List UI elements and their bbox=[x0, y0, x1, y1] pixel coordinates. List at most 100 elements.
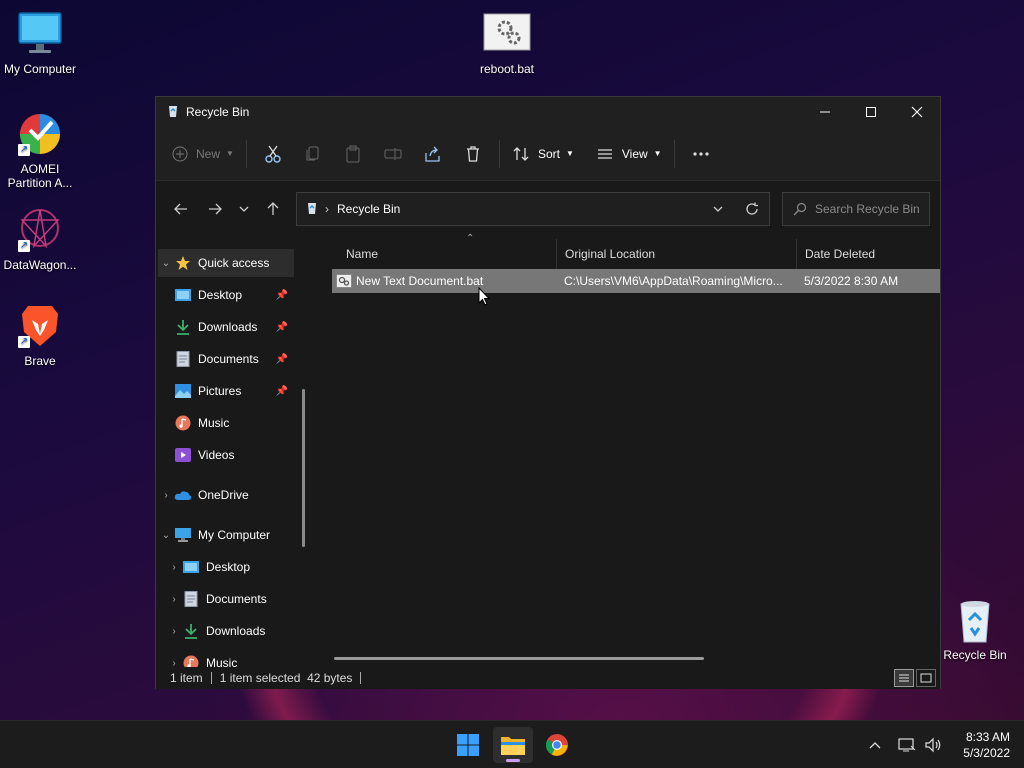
cut-button[interactable] bbox=[253, 137, 293, 171]
recycle-bin-icon bbox=[305, 201, 319, 218]
network-button[interactable] bbox=[895, 733, 919, 757]
chevron-right-icon: › bbox=[172, 657, 176, 668]
address-dropdown-button[interactable] bbox=[701, 193, 735, 225]
sidebar-item-documents[interactable]: Documents 📌 bbox=[158, 345, 294, 373]
large-icons-view-button[interactable] bbox=[916, 669, 936, 687]
copy-button[interactable] bbox=[293, 137, 333, 171]
clock[interactable]: 8:33 AM 5/3/2022 bbox=[963, 729, 1010, 761]
taskbar: 8:33 AM 5/3/2022 bbox=[0, 720, 1024, 768]
sidebar-item-label: Videos bbox=[198, 448, 235, 462]
file-list: Name ⌃ Original Location Date Deleted Ne… bbox=[316, 233, 940, 667]
sort-button[interactable]: Sort ▼ bbox=[506, 137, 580, 171]
sidebar-item-videos[interactable]: Videos bbox=[158, 441, 294, 469]
desktop-icon-label: AOMEI Partition A... bbox=[7, 162, 73, 190]
desktop-icon-label: reboot.bat bbox=[479, 62, 535, 76]
sidebar-item-desktop[interactable]: Desktop 📌 bbox=[158, 281, 294, 309]
rename-button[interactable] bbox=[373, 137, 413, 171]
sidebar-item-quick-access[interactable]: ⌄ Quick access bbox=[158, 249, 294, 277]
sidebar-item-my-computer[interactable]: ⌄ My Computer bbox=[158, 521, 294, 549]
shortcut-arrow-icon: ↗ bbox=[18, 336, 30, 348]
clock-time: 8:33 AM bbox=[965, 730, 1010, 744]
sidebar-item-onedrive[interactable]: › OneDrive bbox=[158, 481, 294, 509]
sidebar-item-computer-documents[interactable]: › Documents bbox=[158, 585, 294, 613]
refresh-button[interactable] bbox=[735, 193, 769, 225]
desktop-icon-datawagon[interactable]: ↗ DataWagon... bbox=[0, 206, 80, 272]
pin-icon[interactable]: 📌 bbox=[276, 354, 288, 365]
video-icon bbox=[174, 447, 192, 463]
item-count: 1 item bbox=[170, 671, 203, 685]
sidebar-item-computer-desktop[interactable]: › Desktop bbox=[158, 553, 294, 581]
sidebar-item-label: Documents bbox=[206, 592, 267, 606]
share-button[interactable] bbox=[413, 137, 453, 171]
document-icon bbox=[182, 591, 200, 607]
recent-locations-button[interactable] bbox=[232, 193, 256, 225]
taskbar-chrome[interactable] bbox=[537, 727, 577, 763]
view-button[interactable]: View ▼ bbox=[590, 137, 668, 171]
sidebar-item-downloads[interactable]: Downloads 📌 bbox=[158, 313, 294, 341]
pin-icon[interactable]: 📌 bbox=[276, 290, 288, 301]
view-label: View bbox=[621, 146, 648, 161]
star-icon bbox=[174, 255, 192, 271]
system-tray: 8:33 AM 5/3/2022 bbox=[861, 721, 1010, 768]
pin-icon[interactable]: 📌 bbox=[276, 322, 288, 333]
volume-button[interactable] bbox=[921, 733, 945, 757]
horizontal-scrollbar[interactable] bbox=[334, 657, 704, 660]
table-row[interactable]: New Text Document.bat C:\Users\VM6\AppDa… bbox=[332, 269, 940, 293]
delete-button[interactable] bbox=[453, 137, 493, 171]
file-name: New Text Document.bat bbox=[356, 274, 484, 288]
share-icon bbox=[425, 146, 440, 162]
large-icons-view-icon bbox=[920, 673, 932, 683]
paste-button[interactable] bbox=[333, 137, 373, 171]
taskbar-file-explorer[interactable] bbox=[493, 727, 533, 763]
desktop-icon-aomei[interactable]: ↗ AOMEI Partition A... bbox=[0, 110, 80, 190]
desktop-icon-reboot-bat[interactable]: reboot.bat bbox=[467, 10, 547, 76]
speaker-icon bbox=[925, 737, 941, 753]
copy-icon bbox=[306, 146, 319, 160]
sidebar-scrollbar[interactable] bbox=[302, 389, 305, 547]
column-header-name[interactable]: Name ⌃ bbox=[338, 233, 556, 269]
column-header-date-deleted[interactable]: Date Deleted bbox=[796, 239, 940, 269]
new-button[interactable]: New ▼ bbox=[166, 137, 240, 171]
chevron-right-icon: › bbox=[172, 593, 176, 605]
sidebar-item-label: Desktop bbox=[206, 560, 251, 574]
sidebar-item-pictures[interactable]: Pictures 📌 bbox=[158, 377, 294, 405]
pin-icon[interactable]: 📌 bbox=[276, 386, 288, 397]
music-note-icon bbox=[182, 655, 200, 667]
desktop-icon-recycle-bin[interactable]: Recycle Bin bbox=[935, 596, 1015, 662]
desktop-icon-brave[interactable]: ↗ Brave bbox=[0, 302, 80, 368]
breadcrumb-recycle-bin[interactable]: Recycle Bin bbox=[337, 202, 400, 216]
sidebar-item-label: Desktop bbox=[198, 288, 243, 302]
back-button[interactable] bbox=[164, 193, 198, 225]
chevron-right-icon: › bbox=[164, 489, 168, 501]
toolbar-divider bbox=[498, 139, 500, 168]
column-header-original-location[interactable]: Original Location bbox=[556, 239, 796, 269]
up-button[interactable] bbox=[256, 193, 290, 225]
sidebar-item-computer-music[interactable]: › Music bbox=[158, 649, 294, 667]
search-box[interactable] bbox=[782, 192, 930, 226]
window-title: Recycle Bin bbox=[186, 105, 250, 119]
show-hidden-icons-button[interactable] bbox=[863, 733, 887, 757]
desktop-icon-my-computer[interactable]: My Computer bbox=[0, 10, 80, 76]
new-label: New bbox=[196, 146, 221, 161]
desktop-icon-label: DataWagon... bbox=[3, 258, 77, 272]
details-view-icon bbox=[899, 674, 909, 682]
chevron-down-icon: ⌄ bbox=[161, 529, 171, 541]
forward-button[interactable] bbox=[198, 193, 232, 225]
more-options-button[interactable] bbox=[681, 137, 721, 171]
sidebar-item-computer-downloads[interactable]: › Downloads bbox=[158, 617, 294, 645]
maximize-button[interactable] bbox=[848, 97, 894, 127]
sidebar-item-music[interactable]: Music bbox=[158, 409, 294, 437]
start-button[interactable] bbox=[448, 727, 488, 763]
command-bar: New ▼ Sort ▼ View ▼ bbox=[156, 127, 940, 181]
status-divider bbox=[360, 672, 362, 684]
minimize-button[interactable] bbox=[802, 97, 848, 127]
chevron-down-icon: ⌄ bbox=[161, 257, 171, 269]
title-bar[interactable]: Recycle Bin bbox=[156, 97, 940, 127]
close-icon bbox=[911, 106, 923, 118]
more-dots-icon bbox=[692, 151, 709, 156]
address-bar[interactable]: › Recycle Bin bbox=[296, 192, 770, 226]
close-button[interactable] bbox=[894, 97, 940, 127]
search-input[interactable] bbox=[815, 202, 927, 216]
arrow-left-icon bbox=[174, 203, 187, 215]
details-view-button[interactable] bbox=[894, 669, 914, 687]
